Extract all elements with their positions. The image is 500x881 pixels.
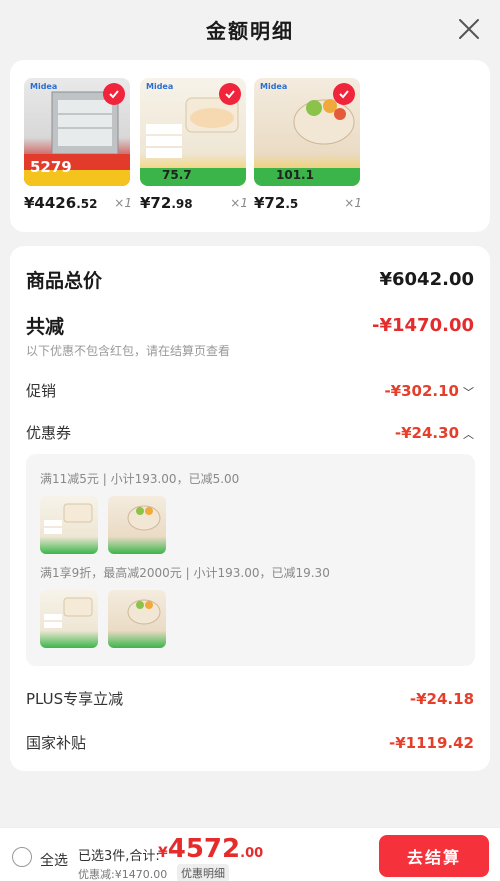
goods-total-label: 商品总价 bbox=[26, 270, 103, 292]
close-icon[interactable] bbox=[456, 16, 482, 42]
promo-row[interactable]: 促销 -¥302.10 ﹀ bbox=[26, 380, 474, 401]
sheet-header: 金额明细 bbox=[0, 0, 500, 58]
coupon-row[interactable]: 优惠券 -¥24.30 ︿ bbox=[26, 422, 474, 443]
checkout-button[interactable]: 去结算 bbox=[379, 835, 489, 877]
product-promo-price: 5279 bbox=[30, 158, 72, 176]
product-brand: Midea bbox=[260, 82, 288, 91]
product-promo-price: 101.1 bbox=[276, 168, 314, 182]
goods-total-amount: ¥6042.00 bbox=[379, 269, 474, 290]
coupon-detail-line: 满11减5元 | 小计193.00，已减5.00 bbox=[40, 472, 240, 486]
product-thumbnail: Midea 5279 bbox=[24, 78, 130, 186]
plus-discount-amount: -¥24.18 bbox=[409, 689, 474, 708]
product-brand: Midea bbox=[30, 82, 58, 91]
product-quantity: ×1 bbox=[344, 196, 362, 210]
selected-check-icon[interactable] bbox=[219, 83, 241, 105]
product-promo-price: 75.7 bbox=[162, 168, 192, 182]
selected-count: 已选3件,合计: bbox=[78, 849, 160, 864]
chevron-down-icon[interactable]: ﹀ bbox=[463, 384, 474, 400]
select-all-label[interactable]: 全选 bbox=[40, 850, 68, 870]
coupon-product-thumbnail bbox=[40, 496, 98, 554]
coupon-product-thumbnail bbox=[108, 496, 166, 554]
coupon-detail-line: 满1享9折，最高减2000元 | 小计193.00，已减19.30 bbox=[40, 566, 330, 580]
select-all-radio[interactable] bbox=[12, 847, 32, 867]
discount-summary: 优惠减:¥1470.00 bbox=[78, 868, 168, 881]
product-price: ¥72.98 bbox=[140, 194, 193, 212]
reduce-total-row: 共减 -¥1470.00 bbox=[26, 312, 474, 339]
promo-amount: -¥302.10 bbox=[384, 382, 459, 400]
order-total: ¥4572.00 bbox=[158, 834, 264, 864]
plus-discount-label: PLUS专享立减 bbox=[26, 690, 124, 708]
selected-check-icon[interactable] bbox=[333, 83, 355, 105]
chevron-up-icon[interactable]: ︿ bbox=[463, 426, 474, 442]
product-price: ¥72.5 bbox=[254, 194, 299, 212]
product-thumbnail: Midea 75.7 bbox=[140, 78, 246, 186]
product-thumbnail: Midea 101.1 bbox=[254, 78, 360, 186]
promo-label: 促销 bbox=[26, 382, 57, 400]
checkout-bar: 全选 已选3件,合计: ¥4572.00 优惠减:¥1470.00 优惠明细 去… bbox=[0, 827, 500, 881]
product-item[interactable]: Midea 5279 ¥4426.52 ×1 bbox=[24, 78, 132, 212]
coupon-amount: -¥24.30 bbox=[394, 424, 459, 442]
selected-check-icon[interactable] bbox=[103, 83, 125, 105]
product-item[interactable]: Midea 101.1 ¥72.5 ×1 bbox=[254, 78, 362, 212]
product-item[interactable]: Midea 75.7 ¥72.98 ×1 bbox=[140, 78, 248, 212]
price-summary: 商品总价 ¥6042.00 共减 -¥1470.00 以下优惠不包含红包，请在结… bbox=[10, 246, 490, 771]
coupon-product-thumbnail bbox=[40, 590, 98, 648]
product-list: Midea 5279 ¥4426.52 ×1 Midea 75.7 ¥72.98… bbox=[10, 60, 490, 232]
subsidy-row: 国家补贴 -¥1119.42 bbox=[26, 732, 474, 753]
plus-discount-row: PLUS专享立减 -¥24.18 bbox=[26, 688, 474, 709]
sheet-title: 金额明细 bbox=[206, 18, 294, 43]
product-quantity: ×1 bbox=[114, 196, 132, 210]
coupon-product-thumbnail bbox=[108, 590, 166, 648]
product-price: ¥4426.52 bbox=[24, 194, 98, 212]
subsidy-amount: -¥1119.42 bbox=[389, 733, 474, 752]
reduce-total-amount: -¥1470.00 bbox=[372, 315, 474, 336]
reduce-total-label: 共减 bbox=[26, 316, 65, 338]
coupon-detail-panel: 满11减5元 | 小计193.00，已减5.00 满1享9折，最高减2000元 … bbox=[26, 454, 475, 666]
goods-total-row: 商品总价 ¥6042.00 bbox=[26, 266, 474, 293]
coupon-label: 优惠券 bbox=[26, 424, 72, 442]
discount-detail-button[interactable]: 优惠明细 bbox=[177, 864, 229, 881]
subsidy-label: 国家补贴 bbox=[26, 734, 87, 752]
reduce-note: 以下优惠不包含红包，请在结算页查看 bbox=[26, 344, 231, 358]
product-brand: Midea bbox=[146, 82, 174, 91]
product-quantity: ×1 bbox=[230, 196, 248, 210]
